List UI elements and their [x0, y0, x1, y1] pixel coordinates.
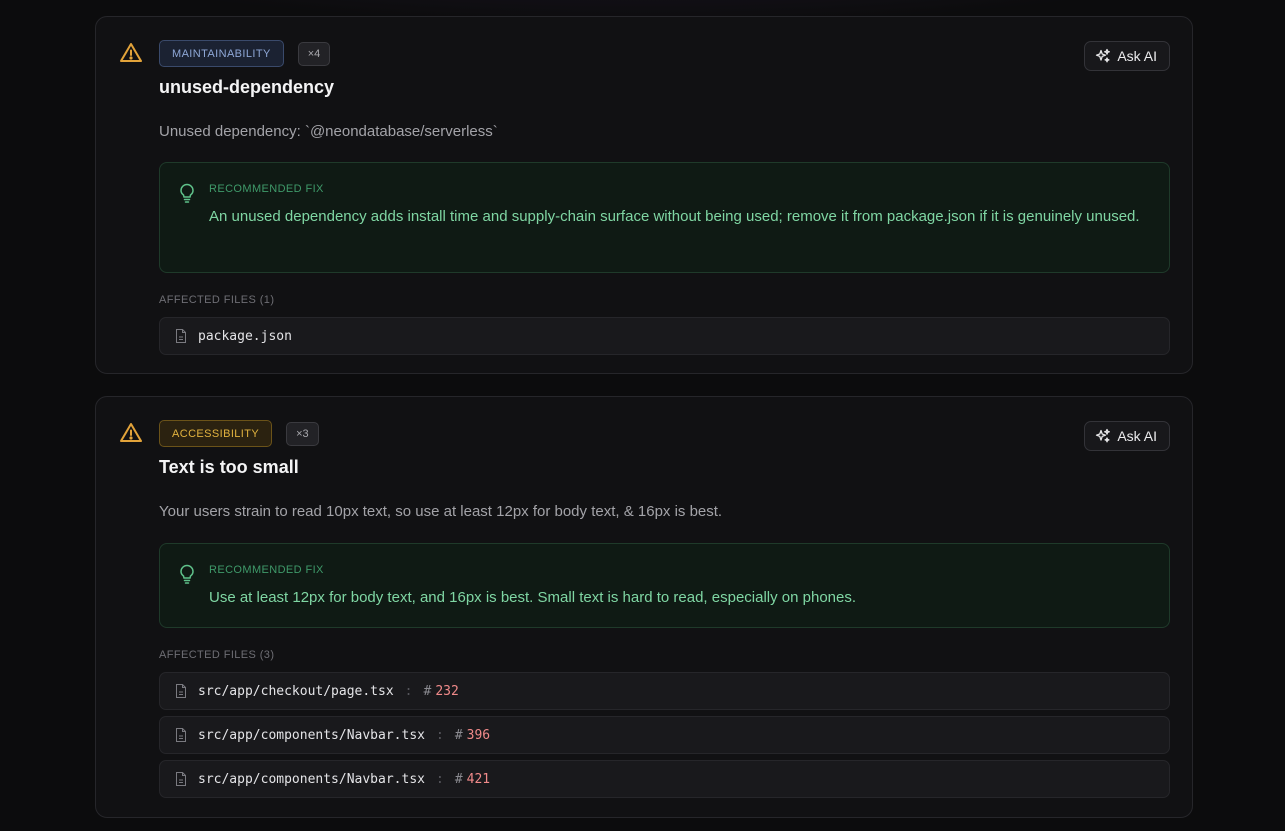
ask-ai-button[interactable]: Ask AI: [1084, 421, 1170, 451]
ask-ai-button[interactable]: Ask AI: [1084, 41, 1170, 71]
ask-ai-label: Ask AI: [1117, 48, 1157, 64]
file-path: src/app/components/Navbar.tsx: [198, 771, 425, 787]
issue-badges: ACCESSIBILITY ×3: [159, 420, 319, 447]
lightbulb-icon: [180, 564, 194, 584]
issue-card-text-too-small: ACCESSIBILITY ×3 Ask AI Text is too smal…: [95, 396, 1193, 818]
issue-title: unused-dependency: [159, 77, 335, 97]
occurrence-count: ×3: [286, 421, 319, 446]
affected-file-row[interactable]: src/app/components/Navbar.tsx : # 421: [159, 760, 1170, 798]
recommended-fix-panel: RECOMMENDED FIX Use at least 12px for bo…: [159, 543, 1170, 628]
affected-file-row[interactable]: src/app/checkout/page.tsx : # 232: [159, 672, 1170, 710]
recommended-fix-label: RECOMMENDED FIX: [209, 564, 324, 576]
hash-symbol: #: [423, 683, 432, 699]
category-badge: ACCESSIBILITY: [159, 420, 273, 447]
recommended-fix-text: An unused dependency adds install time a…: [209, 208, 1140, 225]
issue-description: Your users strain to read 10px text, so …: [159, 503, 723, 520]
recommended-fix-label: RECOMMENDED FIX: [209, 183, 324, 195]
lightbulb-icon: [180, 183, 194, 203]
file-separator: :: [404, 683, 413, 699]
file-icon: [176, 684, 186, 698]
line-number: 421: [466, 771, 491, 787]
affected-file-row[interactable]: package.json: [159, 317, 1170, 355]
sparkles-icon: [1096, 48, 1111, 63]
affected-file-row[interactable]: src/app/components/Navbar.tsx : # 396: [159, 716, 1170, 754]
issue-description: Unused dependency: `@neondatabase/server…: [159, 123, 498, 140]
recommended-fix-text: Use at least 12px for body text, and 16p…: [209, 589, 857, 606]
recommended-fix-panel: RECOMMENDED FIX An unused dependency add…: [159, 162, 1170, 273]
line-number: 232: [435, 683, 459, 699]
file-path: src/app/checkout/page.tsx: [198, 683, 394, 699]
sparkles-icon: [1096, 428, 1111, 443]
file-separator: :: [435, 727, 444, 743]
occurrence-count: ×4: [297, 41, 331, 66]
warning-triangle-icon: [120, 423, 142, 442]
warning-triangle-icon: [120, 43, 142, 62]
ask-ai-label: Ask AI: [1117, 428, 1157, 444]
file-separator: :: [435, 771, 444, 787]
file-icon: [176, 728, 186, 742]
file-path: src/app/components/Navbar.tsx: [198, 727, 425, 743]
issue-title: Text is too small: [159, 457, 299, 477]
file-icon: [176, 329, 186, 343]
issue-card-unused-dependency: MAINTAINABILITY ×4 Ask AI unused-depende…: [95, 16, 1193, 374]
affected-files-list: src/app/checkout/page.tsx : # 232 src/ap…: [159, 672, 1170, 804]
line-number: 396: [466, 727, 491, 743]
hash-symbol: #: [454, 727, 463, 743]
file-icon: [176, 772, 186, 786]
affected-files-list: package.json: [159, 317, 1170, 361]
file-path: package.json: [198, 328, 292, 344]
category-badge: MAINTAINABILITY: [159, 40, 284, 67]
hash-symbol: #: [454, 771, 463, 787]
affected-files-label: AFFECTED FILES (1): [159, 294, 275, 306]
affected-files-label: AFFECTED FILES (3): [159, 649, 275, 661]
issue-badges: MAINTAINABILITY ×4: [159, 40, 331, 67]
